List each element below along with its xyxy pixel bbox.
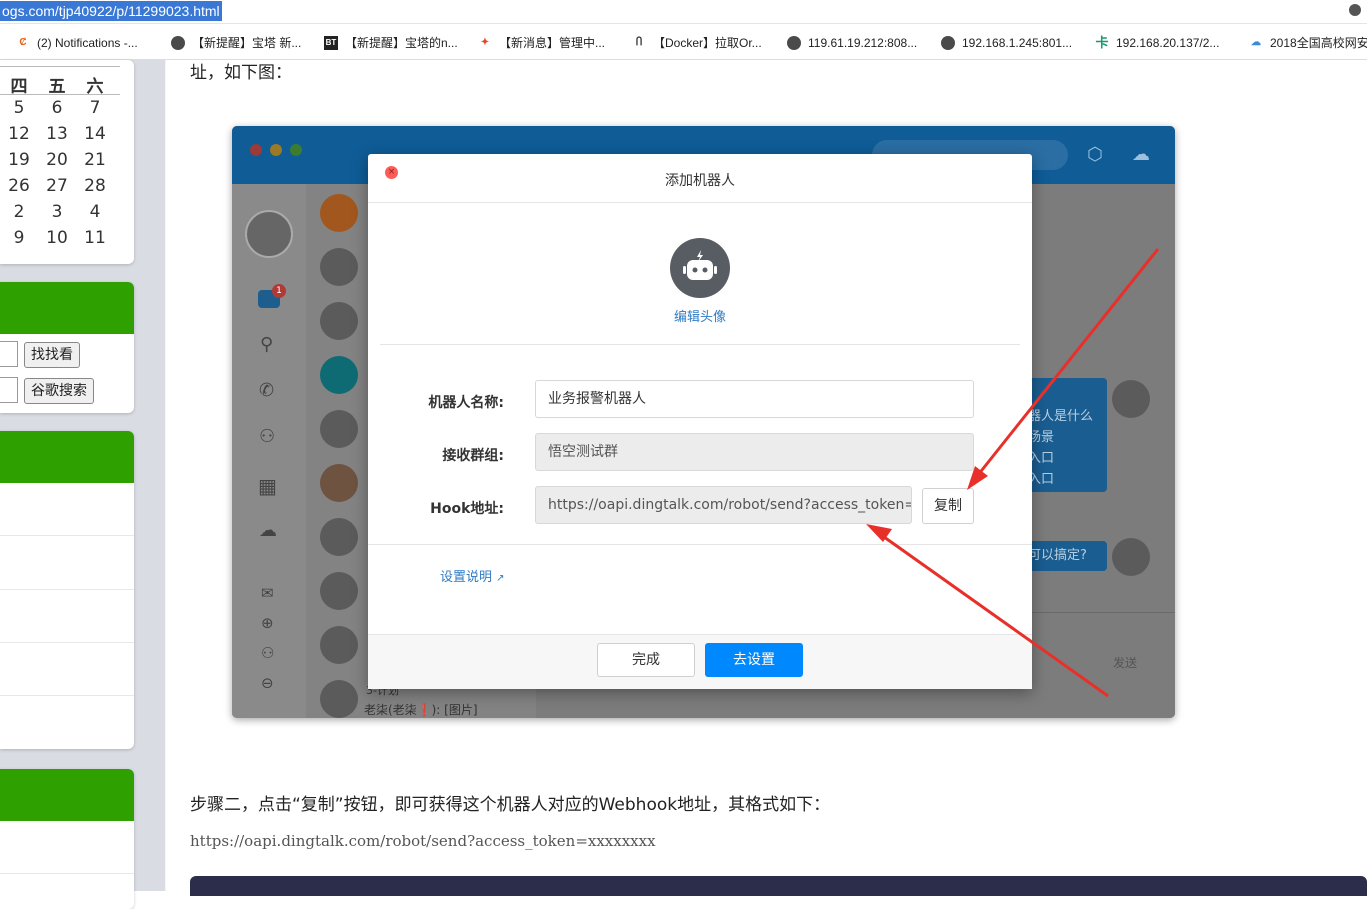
bookmark-notifications[interactable]: Ȼ (2) Notifications -... <box>16 34 138 52</box>
calendar-day[interactable]: 5 <box>0 98 38 118</box>
bookmark-docker[interactable]: Ⴖ 【Docker】拉取Or... <box>632 34 762 52</box>
bottom-card <box>0 769 134 909</box>
bookmark-label: 【Docker】拉取Or... <box>653 36 762 50</box>
search-card-header <box>0 282 134 334</box>
arrow-to-hook <box>876 530 1109 698</box>
calendar-card: 四 五 六 5 6 7 12 13 14 19 20 21 26 27 28 2… <box>0 60 134 264</box>
dingtalk-screenshot: ⬡ ☁ 1 ⚲ ✆ ⚇ ▦ ☁ ✉ ⊕ ⚇ ⊖ 3-计划 老柒(老柒❗): [图… <box>232 126 1175 718</box>
bt-icon: BT <box>324 36 338 50</box>
globe-icon <box>787 36 801 50</box>
calendar-day[interactable]: 14 <box>76 124 114 144</box>
notification-c-icon: Ȼ <box>19 37 27 48</box>
bookmark-baota-new[interactable]: 【新提醒】宝塔 新... <box>171 34 301 52</box>
article-text: 址，如下图： <box>190 63 292 83</box>
calendar-week: 12 13 14 <box>0 124 114 144</box>
extension-icon[interactable] <box>1349 4 1361 16</box>
list-divider <box>0 642 134 643</box>
calendar-day[interactable]: 21 <box>76 150 114 170</box>
calendar-divider <box>0 66 120 67</box>
globe-icon <box>941 36 955 50</box>
webhook-example-code: https://oapi.dingtalk.com/robot/send?acc… <box>190 832 656 850</box>
list-divider <box>0 589 134 590</box>
calendar-day[interactable]: 26 <box>0 176 38 196</box>
bookmark-label: 【新提醒】宝塔的n... <box>345 36 458 50</box>
section-heading-bar <box>190 876 1367 896</box>
calendar-day[interactable]: 28 <box>76 176 114 196</box>
arrow-to-copy <box>972 248 1160 481</box>
bookmark-gaoxiao[interactable]: ☁ 2018全国高校网安 <box>1249 34 1367 52</box>
calendar-day[interactable]: 4 <box>76 202 114 222</box>
calendar-day[interactable]: 13 <box>38 124 76 144</box>
bookmark-label: 2018全国高校网安 <box>1270 36 1367 50</box>
calendar-day[interactable]: 2 <box>0 202 38 222</box>
bookmark-ip-119[interactable]: 119.61.19.212:808... <box>787 34 917 52</box>
calendar-day[interactable]: 7 <box>76 98 114 118</box>
calendar-day[interactable]: 12 <box>0 124 38 144</box>
globe-icon <box>171 36 185 50</box>
bookmark-admin-center[interactable]: ✦ 【新消息】管理中... <box>478 34 605 52</box>
bookmark-label: 192.168.20.137/2... <box>1116 36 1220 50</box>
bottom-card-header <box>0 769 134 821</box>
bookmark-baota-n[interactable]: BT 【新提醒】宝塔的n... <box>324 34 458 52</box>
calendar-week: 9 10 11 <box>0 228 114 248</box>
calendar-week: 19 20 21 <box>0 150 114 170</box>
calendar-day[interactable]: 6 <box>38 98 76 118</box>
calendar-week: 5 6 7 <box>0 98 114 118</box>
bookmark-label: (2) Notifications -... <box>37 36 138 50</box>
list-card <box>0 431 134 749</box>
docker-icon: Ⴖ <box>635 37 643 48</box>
calendar-week: 26 27 28 <box>0 176 114 196</box>
calendar-divider <box>0 94 120 95</box>
card-icon: 卡 <box>1095 35 1109 50</box>
list-divider <box>0 535 134 536</box>
search-card: 找找看 谷歌搜索 <box>0 282 134 413</box>
bookmark-label: 119.61.19.212:808... <box>808 36 918 50</box>
calendar-day[interactable]: 20 <box>38 150 76 170</box>
bookmark-label: 【新消息】管理中... <box>499 36 606 50</box>
page: 四 五 六 5 6 7 12 13 14 19 20 21 26 27 28 2… <box>0 60 1367 909</box>
article: 址，如下图： ⬡ ☁ 1 ⚲ ✆ ⚇ ▦ ☁ ✉ ⊕ ⚇ ⊖ 3-计划 老柒(老… <box>166 60 1367 896</box>
find-button[interactable]: 找找看 <box>24 342 80 368</box>
cloud-icon: ☁ <box>1251 37 1261 48</box>
calendar-week: 2 3 4 <box>0 202 114 222</box>
google-input[interactable] <box>0 377 18 403</box>
search-input[interactable] <box>0 341 18 367</box>
list-divider <box>0 873 134 874</box>
bird-icon: ✦ <box>480 37 490 48</box>
annotation-arrows <box>866 248 1160 698</box>
list-divider <box>0 695 134 696</box>
bookmark-ip-192-1[interactable]: 192.168.1.245:801... <box>941 34 1072 52</box>
arrow-head-icon <box>967 466 988 490</box>
bookmark-label: 【新提醒】宝塔 新... <box>192 36 302 50</box>
address-bar[interactable]: ogs.com/tjp40922/p/11299023.html <box>0 0 1367 24</box>
bookmarks-bar: Ȼ (2) Notifications -... 【新提醒】宝塔 新... BT… <box>0 24 1367 60</box>
bookmark-ip-192-20[interactable]: 卡 192.168.20.137/2... <box>1095 34 1219 52</box>
calendar-day[interactable]: 27 <box>38 176 76 196</box>
list-card-header <box>0 431 134 483</box>
google-search-button[interactable]: 谷歌搜索 <box>24 378 94 404</box>
calendar-day[interactable]: 3 <box>38 202 76 222</box>
calendar-day[interactable]: 19 <box>0 150 38 170</box>
step2-text: 步骤二，点击“复制”按钮，即可获得这个机器人对应的Webhook地址，其格式如下… <box>190 795 831 815</box>
calendar-day[interactable]: 10 <box>38 228 76 248</box>
url-text[interactable]: ogs.com/tjp40922/p/11299023.html <box>0 1 222 21</box>
calendar-day[interactable]: 11 <box>76 228 114 248</box>
calendar-day[interactable]: 9 <box>0 228 38 248</box>
bookmark-label: 192.168.1.245:801... <box>962 36 1073 50</box>
